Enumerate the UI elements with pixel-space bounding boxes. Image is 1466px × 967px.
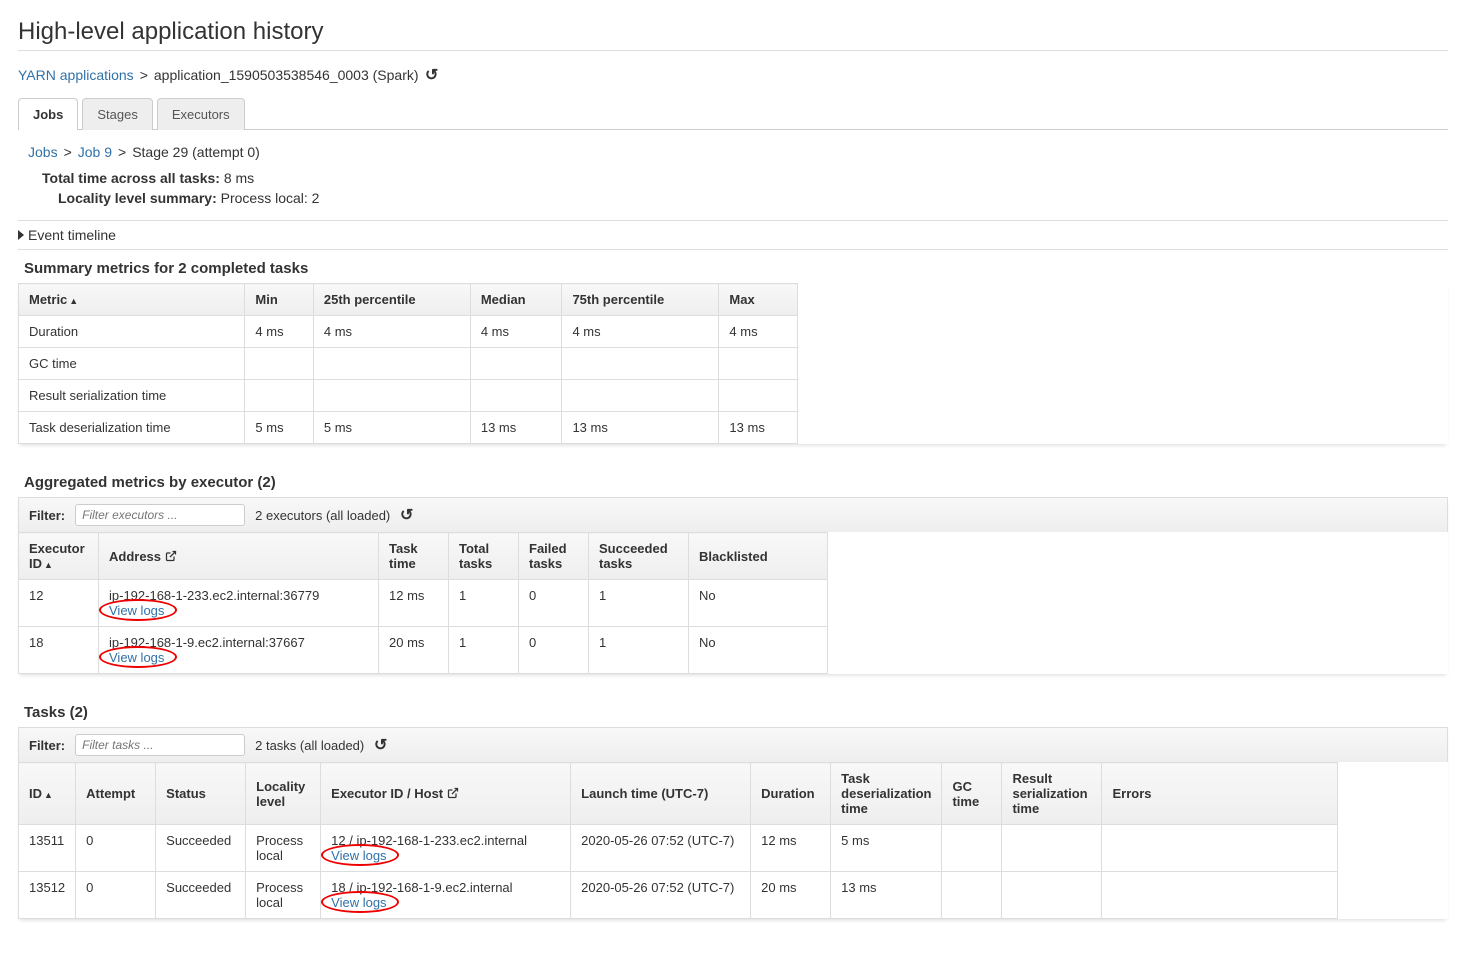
- tab-executors[interactable]: Executors: [157, 98, 245, 130]
- col-blacklisted[interactable]: Blacklisted: [689, 533, 828, 580]
- col-errors[interactable]: Errors: [1102, 763, 1338, 825]
- view-logs-link[interactable]: View logs: [331, 848, 386, 863]
- table-row: Result serialization time: [19, 380, 798, 412]
- col-result-ser[interactable]: Result serialization time: [1002, 763, 1102, 825]
- col-median[interactable]: Median: [470, 284, 562, 316]
- tab-jobs[interactable]: Jobs: [18, 98, 78, 130]
- task-filter-row: Filter: 2 tasks (all loaded) ↻: [18, 727, 1448, 762]
- summary-metrics-title: Summary metrics for 2 completed tasks: [24, 260, 1448, 277]
- col-exec-host[interactable]: Executor ID / Host: [321, 763, 571, 825]
- task-filter-input[interactable]: [75, 734, 245, 756]
- exec-table: Executor ID▲ Address Task time Total tas…: [18, 532, 828, 674]
- exec-filter-input[interactable]: [75, 504, 245, 526]
- sub-crumb-job-link[interactable]: Job 9: [78, 144, 112, 160]
- summary-table: Metric▲ Min 25th percentile Median 75th …: [18, 283, 798, 444]
- col-succeeded-tasks[interactable]: Succeeded tasks: [589, 533, 689, 580]
- sort-asc-icon: ▲: [44, 790, 53, 800]
- table-row: GC time: [19, 348, 798, 380]
- table-row: 12ip-192-168-1-233.ec2.internal:36779Vie…: [19, 580, 828, 627]
- chevron-right-icon: [18, 230, 24, 240]
- breadcrumb: YARN applications > application_15905035…: [18, 65, 1448, 85]
- exec-filter-row: Filter: 2 executors (all loaded) ↻: [18, 497, 1448, 532]
- view-logs-link[interactable]: View logs: [331, 895, 386, 910]
- refresh-icon[interactable]: ↻: [374, 735, 387, 755]
- breadcrumb-sep: >: [140, 67, 148, 83]
- view-logs-link[interactable]: View logs: [109, 603, 164, 618]
- sub-breadcrumb: Jobs > Job 9 > Stage 29 (attempt 0): [28, 144, 1448, 160]
- col-gc[interactable]: GC time: [942, 763, 1002, 825]
- table-row: 18ip-192-168-1-9.ec2.internal:37667View …: [19, 627, 828, 674]
- refresh-icon[interactable]: ↻: [425, 65, 438, 85]
- col-address[interactable]: Address: [99, 533, 379, 580]
- col-status[interactable]: Status: [156, 763, 246, 825]
- col-id[interactable]: ID▲: [19, 763, 76, 825]
- col-25th[interactable]: 25th percentile: [313, 284, 470, 316]
- filter-label: Filter:: [29, 508, 65, 523]
- external-link-icon: [447, 786, 459, 801]
- breadcrumb-app: application_1590503538546_0003 (Spark): [154, 67, 419, 83]
- col-exec-id[interactable]: Executor ID▲: [19, 533, 99, 580]
- agg-metrics-title: Aggregated metrics by executor (2): [24, 474, 1448, 491]
- breadcrumb-root-link[interactable]: YARN applications: [18, 67, 134, 83]
- table-row: 135110SucceededProcess local12 / ip-192-…: [19, 825, 1338, 872]
- sort-asc-icon: ▲: [44, 560, 53, 570]
- col-locality[interactable]: Locality level: [246, 763, 321, 825]
- page-title: High-level application history: [18, 18, 1448, 51]
- view-logs-link[interactable]: View logs: [109, 650, 164, 665]
- tasks-title: Tasks (2): [24, 704, 1448, 721]
- sub-crumb-jobs-link[interactable]: Jobs: [28, 144, 58, 160]
- event-timeline-toggle[interactable]: Event timeline: [18, 220, 1448, 250]
- table-row: Task deserialization time5 ms5 ms13 ms13…: [19, 412, 798, 444]
- sub-crumb-stage: Stage 29 (attempt 0): [132, 144, 260, 160]
- locality-value: Process local: 2: [221, 190, 320, 206]
- col-attempt[interactable]: Attempt: [76, 763, 156, 825]
- filter-label: Filter:: [29, 738, 65, 753]
- col-launch[interactable]: Launch time (UTC-7): [571, 763, 751, 825]
- col-duration[interactable]: Duration: [751, 763, 831, 825]
- sort-asc-icon: ▲: [69, 296, 78, 306]
- exec-filter-status: 2 executors (all loaded): [255, 508, 390, 523]
- col-deser[interactable]: Task deserialization time: [831, 763, 942, 825]
- col-min[interactable]: Min: [245, 284, 313, 316]
- table-row: 135120SucceededProcess local18 / ip-192-…: [19, 872, 1338, 919]
- col-75th[interactable]: 75th percentile: [562, 284, 719, 316]
- tabs: Jobs Stages Executors: [18, 97, 1448, 130]
- locality-label: Locality level summary:: [58, 190, 217, 206]
- task-filter-status: 2 tasks (all loaded): [255, 738, 364, 753]
- tab-stages[interactable]: Stages: [82, 98, 152, 130]
- col-task-time[interactable]: Task time: [379, 533, 449, 580]
- col-total-tasks[interactable]: Total tasks: [449, 533, 519, 580]
- task-table: ID▲ Attempt Status Locality level Execut…: [18, 762, 1338, 919]
- total-time-value: 8 ms: [224, 170, 254, 186]
- col-failed-tasks[interactable]: Failed tasks: [519, 533, 589, 580]
- refresh-icon[interactable]: ↻: [400, 505, 413, 525]
- col-metric[interactable]: Metric▲: [19, 284, 245, 316]
- table-row: Duration4 ms4 ms4 ms4 ms4 ms: [19, 316, 798, 348]
- total-time-label: Total time across all tasks:: [42, 170, 220, 186]
- col-max[interactable]: Max: [719, 284, 798, 316]
- external-link-icon: [165, 549, 177, 564]
